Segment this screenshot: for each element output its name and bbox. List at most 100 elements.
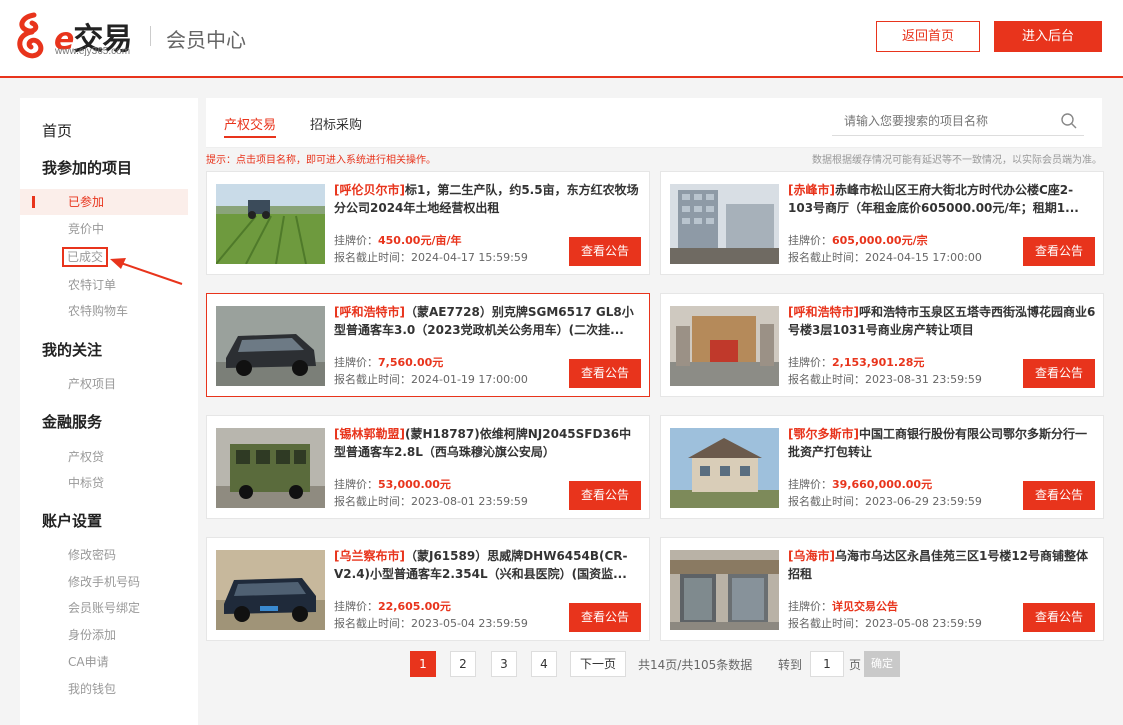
project-deadline: 报名截止时间：2024-04-15 17:00:00 (788, 249, 982, 265)
data-disclaimer: 数据根据缓存情况可能有延迟等不一致情况，以实际会员端为准。 (812, 155, 1102, 166)
tip-text: 提示：点击项目名称，即可进入系统进行相关操作。 (206, 155, 436, 166)
view-notice-button[interactable]: 查看公告 (1023, 359, 1095, 388)
project-city: [赤峰市] (788, 183, 835, 197)
page-title: 会员中心 (166, 28, 246, 52)
sidebar-group-finance: 金融服务 (42, 413, 103, 431)
next-page-button[interactable]: 下一页 (570, 651, 626, 677)
project-title[interactable]: [乌兰察布市]（蒙J61589）思威牌DHW6454B(CR-V2.4)小型普通… (334, 547, 642, 583)
project-thumbnail[interactable] (216, 428, 325, 508)
project-title[interactable]: [呼和浩特市]呼和浩特市玉泉区五塔寺西街泓博花园商业6号楼3层1031号商业房产… (788, 303, 1096, 339)
price-label: 挂牌价： (334, 356, 378, 369)
view-notice-button[interactable]: 查看公告 (1023, 481, 1095, 510)
project-price: 挂牌价：53,000.00元 (334, 476, 451, 492)
main-content: 产权交易 招标采购 提示：点击项目名称，即可进入系统进行相关操作。 数据根据缓存… (206, 98, 1104, 725)
project-city: [乌兰察布市] (334, 549, 405, 563)
project-card[interactable]: [呼和浩特市]（蒙AE7728）别克牌SGM6517 GL8小型普通客车3.0（… (206, 293, 650, 397)
project-deadline: 报名截止时间：2023-08-01 23:59:59 (334, 493, 528, 509)
logo-url: www.ejy365.com (55, 46, 131, 57)
pagination: 1 2 3 4 下一页 共14页/共105条数据 转到 页 确定 (206, 651, 1102, 681)
project-card[interactable]: [锡林郭勒盟](蒙H18787)依维柯牌NJ2045SFD36中型普通客车2.8… (206, 415, 650, 519)
project-card[interactable]: [赤峰市]赤峰市松山区王府大街北方时代办公楼C座2-103号商厅（年租金底价60… (660, 171, 1104, 275)
project-price: 挂牌价：450.00元/亩/年 (334, 232, 461, 248)
view-notice-button[interactable]: 查看公告 (1023, 237, 1095, 266)
project-card[interactable]: [呼和浩特市]呼和浩特市玉泉区五塔寺西街泓博花园商业6号楼3层1031号商业房产… (660, 293, 1104, 397)
project-price: 挂牌价：详见交易公告 (788, 598, 898, 614)
tab-bar: 产权交易 招标采购 (206, 98, 1102, 148)
deadline-label: 报名截止时间： (788, 251, 865, 264)
price-value: 2,153,901.28元 (832, 356, 925, 369)
deadline-value: 2023-06-29 23:59:59 (865, 495, 982, 508)
price-label: 挂牌价： (788, 356, 832, 369)
price-value: 详见交易公告 (832, 600, 898, 613)
sidebar-item-bidding[interactable]: 竞价中 (20, 216, 188, 242)
site-logo[interactable]: e交易 www.ejy365.com (14, 12, 154, 62)
project-title[interactable]: [呼伦贝尔市]标1，第二生产队，约5.5亩，东方红农牧场分公司2024年土地经营… (334, 181, 642, 217)
project-city: [锡林郭勒盟] (334, 427, 405, 441)
project-card[interactable]: [呼伦贝尔市]标1，第二生产队，约5.5亩，东方红农牧场分公司2024年土地经营… (206, 171, 650, 275)
sidebar-home-link[interactable]: 首页 (42, 120, 72, 141)
project-title[interactable]: [赤峰市]赤峰市松山区王府大街北方时代办公楼C座2-103号商厅（年租金底价60… (788, 181, 1096, 217)
sidebar-item-change-phone[interactable]: 修改手机号码 (20, 569, 188, 595)
project-thumbnail[interactable] (670, 550, 779, 630)
goto-page-input[interactable] (810, 651, 844, 677)
price-value: 22,605.00元 (378, 600, 451, 613)
sidebar-item-property[interactable]: 产权项目 (20, 371, 188, 397)
view-notice-button[interactable]: 查看公告 (569, 237, 641, 266)
deadline-value: 2024-01-19 17:00:00 (411, 373, 528, 386)
project-card[interactable]: [鄂尔多斯市]中国工商银行股份有限公司鄂尔多斯分行一批资产打包转让 挂牌价：39,… (660, 415, 1104, 519)
sidebar-item-agri-cart[interactable]: 农特购物车 (20, 298, 188, 324)
page-3-button[interactable]: 3 (491, 651, 517, 677)
price-value: 7,560.00元 (378, 356, 444, 369)
project-thumbnail[interactable] (216, 306, 325, 386)
view-notice-button[interactable]: 查看公告 (569, 603, 641, 632)
tab-tender-procurement[interactable]: 招标采购 (310, 114, 362, 133)
enter-admin-button[interactable]: 进入后台 (994, 21, 1102, 52)
sidebar-item-bid-loan[interactable]: 中标贷 (20, 470, 188, 496)
deadline-value: 2023-08-01 23:59:59 (411, 495, 528, 508)
tab-property-trade[interactable]: 产权交易 (224, 114, 277, 138)
view-notice-button[interactable]: 查看公告 (1023, 603, 1095, 632)
page-2-button[interactable]: 2 (450, 651, 476, 677)
sidebar-item-joined[interactable]: 已参加 (20, 189, 188, 215)
price-value: 605,000.00元/宗 (832, 234, 928, 247)
sidebar-item-property-loan[interactable]: 产权贷 (20, 444, 188, 470)
deadline-label: 报名截止时间： (334, 495, 411, 508)
header-divider (150, 26, 151, 46)
deadline-value: 2023-05-04 23:59:59 (411, 617, 528, 630)
search-icon[interactable] (1060, 112, 1078, 130)
price-value: 53,000.00元 (378, 478, 451, 491)
project-city: [呼和浩特市] (788, 305, 859, 319)
sidebar-item-add-identity[interactable]: 身份添加 (20, 622, 188, 648)
return-home-button[interactable]: 返回首页 (876, 21, 980, 52)
deadline-value: 2023-05-08 23:59:59 (865, 617, 982, 630)
sidebar-item-ca-apply[interactable]: CA申请 (20, 649, 188, 675)
project-card[interactable]: [乌兰察布市]（蒙J61589）思威牌DHW6454B(CR-V2.4)小型普通… (206, 537, 650, 641)
sidebar-item-wallet[interactable]: 我的钱包 (20, 676, 188, 702)
price-value: 450.00元/亩/年 (378, 234, 462, 247)
project-thumbnail[interactable] (670, 428, 779, 508)
project-thumbnail[interactable] (216, 550, 325, 630)
page-4-button[interactable]: 4 (531, 651, 557, 677)
sidebar-item-change-password[interactable]: 修改密码 (20, 542, 188, 568)
deadline-label: 报名截止时间： (788, 373, 865, 386)
goto-confirm-button[interactable]: 确定 (864, 651, 900, 677)
view-notice-button[interactable]: 查看公告 (569, 359, 641, 388)
deadline-label: 报名截止时间： (788, 617, 865, 630)
project-title[interactable]: [鄂尔多斯市]中国工商银行股份有限公司鄂尔多斯分行一批资产打包转让 (788, 425, 1096, 461)
sidebar-group-follow: 我的关注 (42, 341, 103, 359)
project-title[interactable]: [呼和浩特市]（蒙AE7728）别克牌SGM6517 GL8小型普通客车3.0（… (334, 303, 642, 339)
project-thumbnail[interactable] (216, 184, 325, 264)
deadline-label: 报名截止时间： (788, 495, 865, 508)
project-title[interactable]: [锡林郭勒盟](蒙H18787)依维柯牌NJ2045SFD36中型普通客车2.8… (334, 425, 642, 461)
deadline-value: 2024-04-15 17:00:00 (865, 251, 982, 264)
project-thumbnail[interactable] (670, 306, 779, 386)
project-title[interactable]: [乌海市]乌海市乌达区永昌佳苑三区1号楼12号商铺整体招租 (788, 547, 1096, 583)
project-card[interactable]: [乌海市]乌海市乌达区永昌佳苑三区1号楼12号商铺整体招租挂牌价：详见交易公告报… (660, 537, 1104, 641)
view-notice-button[interactable]: 查看公告 (569, 481, 641, 510)
page-1-button[interactable]: 1 (410, 651, 436, 677)
price-label: 挂牌价： (334, 478, 378, 491)
sidebar-item-bind-account[interactable]: 会员账号绑定 (20, 595, 188, 621)
project-deadline: 报名截止时间：2023-05-04 23:59:59 (334, 615, 528, 631)
project-thumbnail[interactable] (670, 184, 779, 264)
search-input[interactable] (832, 108, 1052, 134)
